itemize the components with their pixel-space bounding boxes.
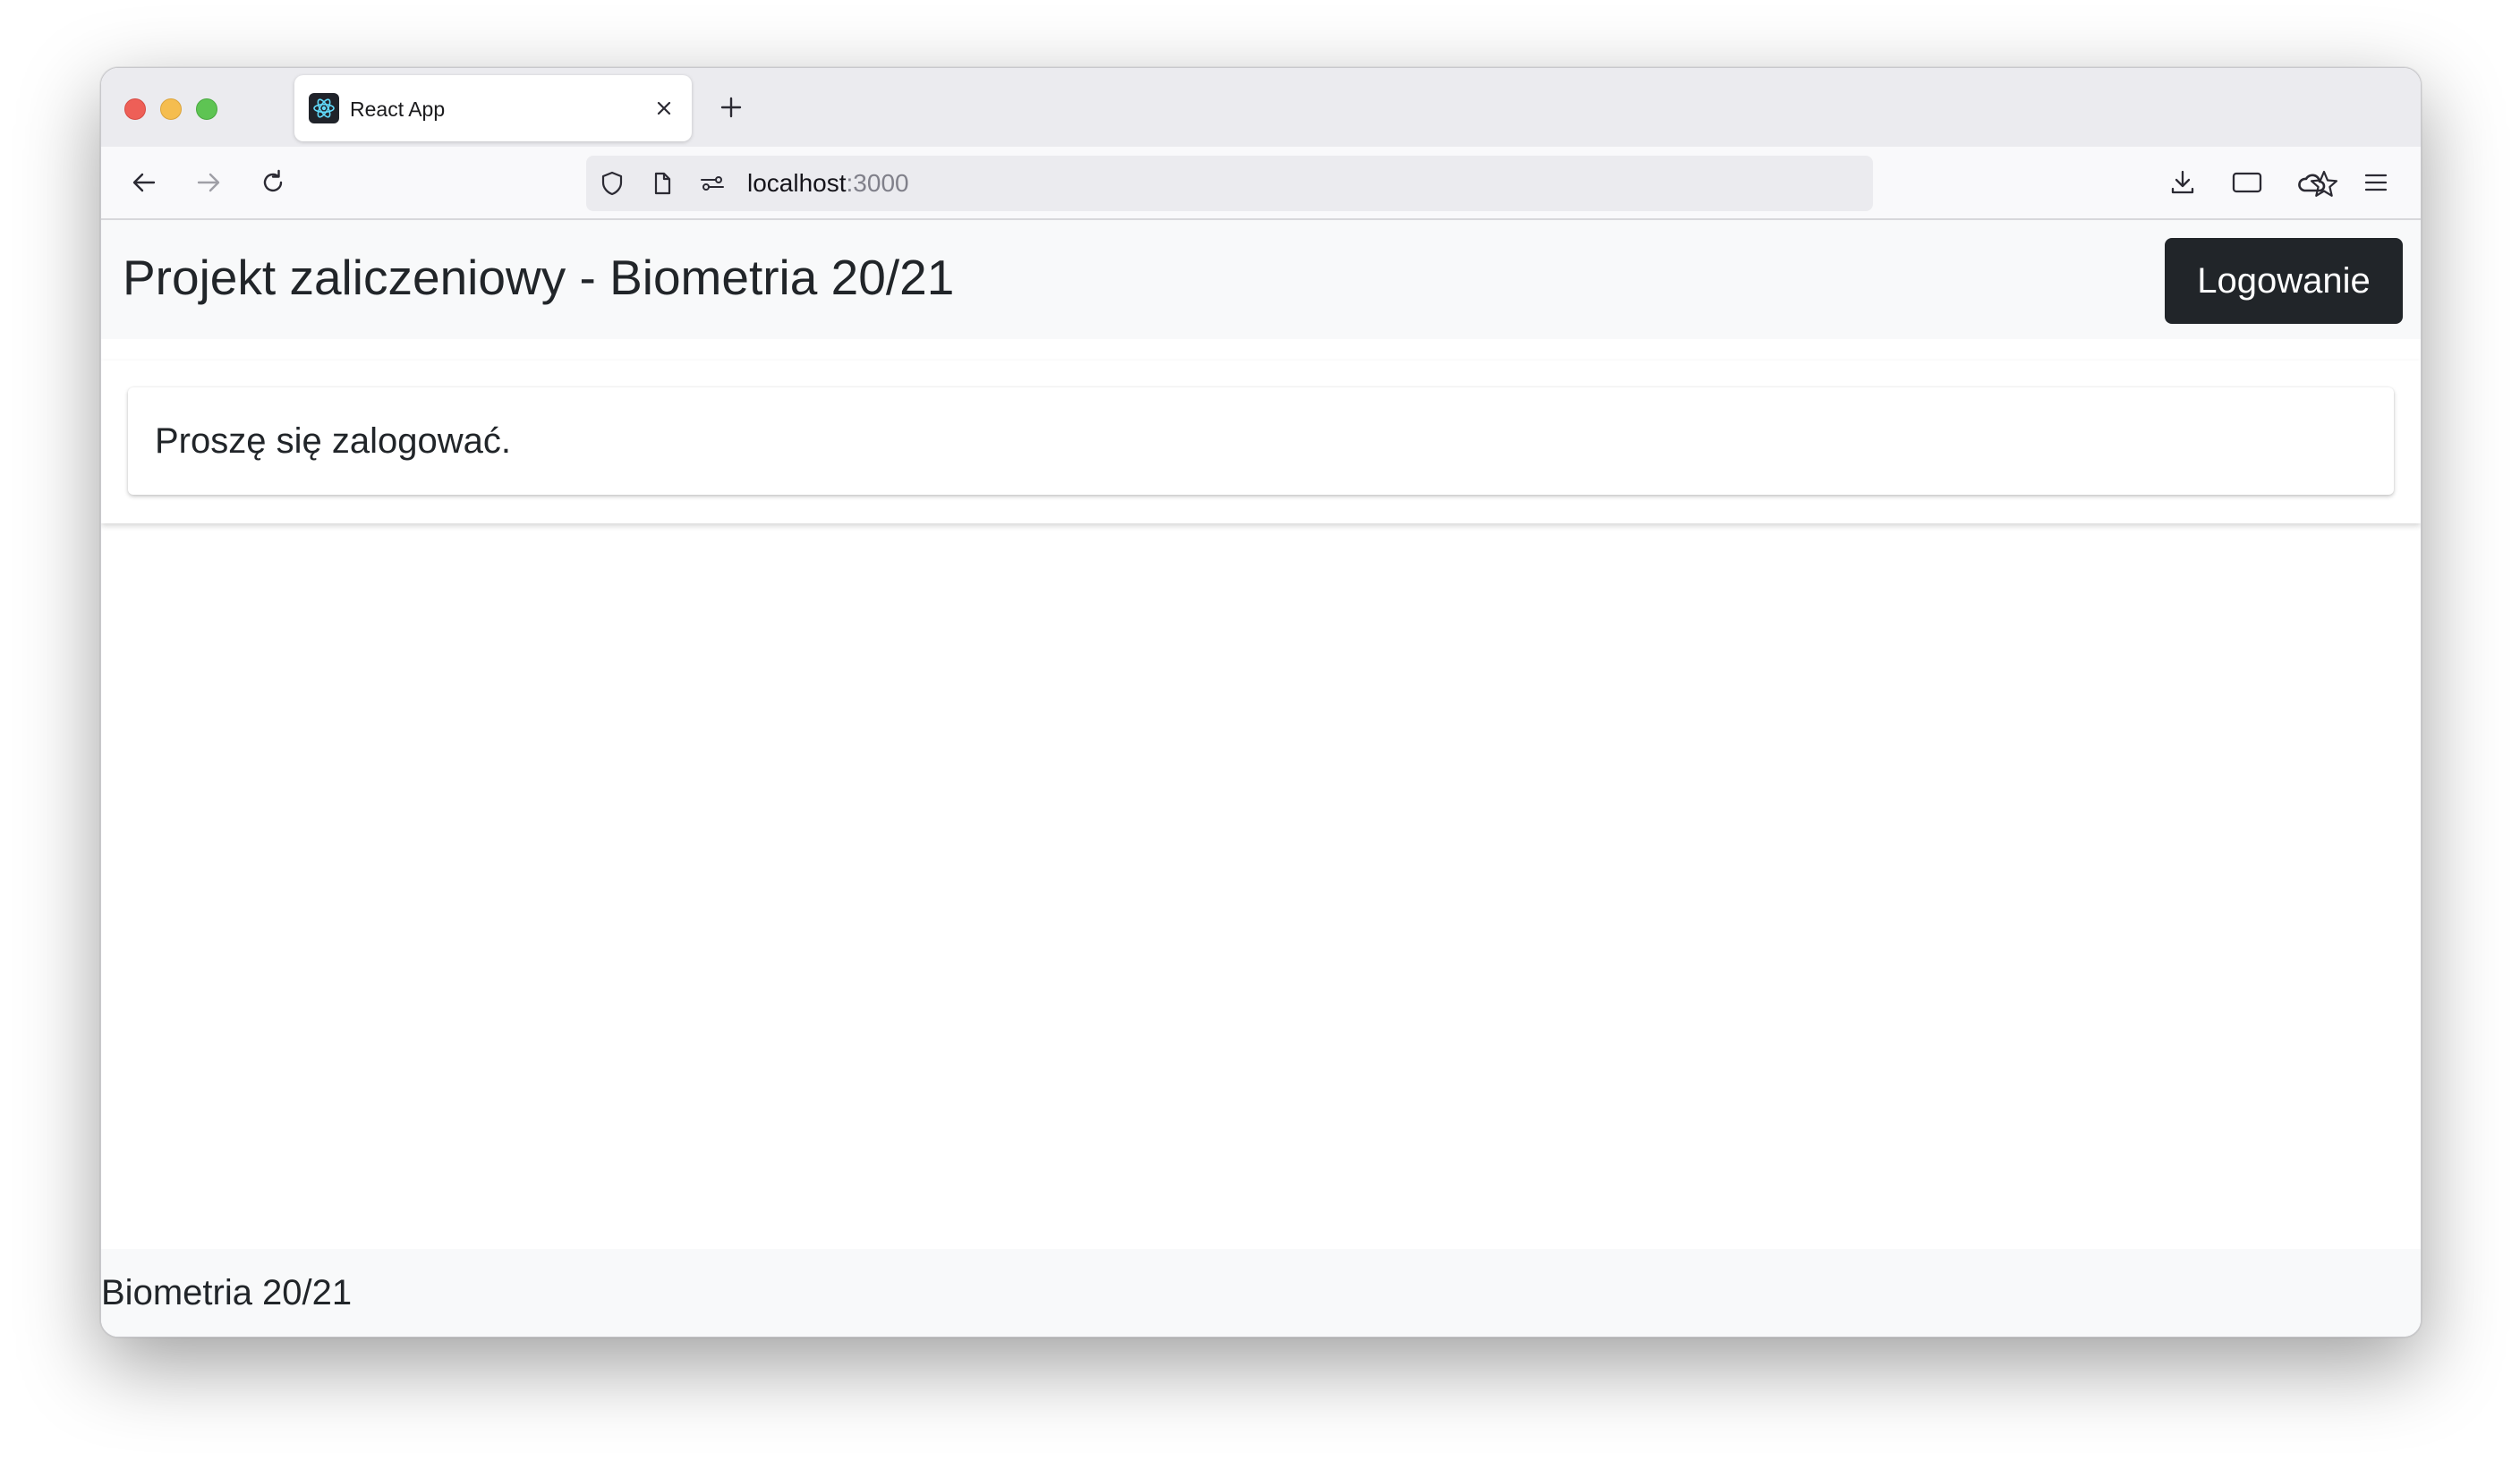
forward-arrow-icon[interactable] xyxy=(191,165,226,200)
browser-window: React App localhost:3000 Projekt zalicze… xyxy=(100,67,2422,1337)
login-prompt-text: Proszę się zalogować. xyxy=(155,421,511,461)
reload-icon[interactable] xyxy=(255,165,291,200)
back-arrow-icon[interactable] xyxy=(126,165,162,200)
page-title: Projekt zaliczeniowy - Biometria 20/21 xyxy=(123,250,955,305)
react-atom-icon xyxy=(309,93,339,123)
minimize-window-button[interactable] xyxy=(160,98,182,120)
footer: Biometria 20/21 xyxy=(101,1249,2421,1337)
footer-text: Biometria 20/21 xyxy=(101,1273,353,1312)
download-icon[interactable] xyxy=(2165,165,2201,200)
close-window-button[interactable] xyxy=(124,98,146,120)
login-button[interactable]: Logowanie xyxy=(2165,238,2403,324)
tab-title: React App xyxy=(350,98,446,121)
menu-icon[interactable] xyxy=(2358,165,2394,200)
url-port: :3000 xyxy=(846,169,909,197)
app-header: Projekt zaliczeniowy - Biometria 20/21 L… xyxy=(101,220,2421,339)
address-bar[interactable]: localhost:3000 xyxy=(586,156,2338,211)
content-section: Proszę się zalogować. xyxy=(101,361,2421,523)
title-bar: React App xyxy=(101,68,2421,147)
browser-tab[interactable]: React App xyxy=(294,75,692,141)
page-content: Projekt zaliczeniowy - Biometria 20/21 L… xyxy=(101,220,2421,1337)
close-tab-icon[interactable] xyxy=(652,97,676,120)
permissions-icon[interactable] xyxy=(697,168,728,199)
shield-icon[interactable] xyxy=(597,168,627,199)
new-tab-button[interactable] xyxy=(715,91,747,123)
navigation-toolbar: localhost:3000 xyxy=(101,147,2421,220)
sidebar-icon[interactable] xyxy=(2229,165,2265,200)
url-host: localhost xyxy=(747,169,847,197)
page-icon xyxy=(647,168,677,199)
zoom-window-button[interactable] xyxy=(196,98,217,120)
account-cloud-icon[interactable] xyxy=(2294,165,2329,200)
login-prompt-card: Proszę się zalogować. xyxy=(128,387,2394,495)
url-text[interactable]: localhost:3000 xyxy=(747,156,909,211)
